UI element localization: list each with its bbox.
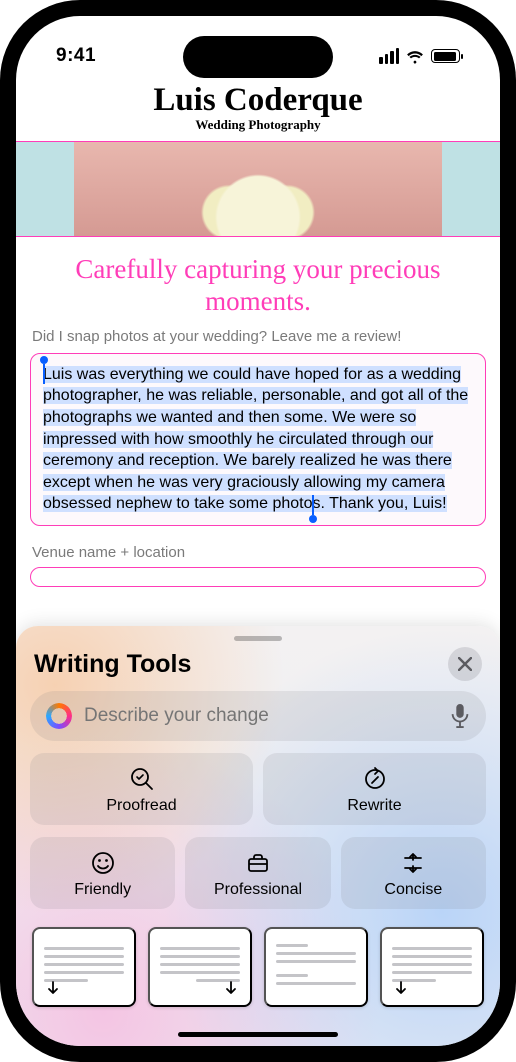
selection-end-handle[interactable]	[312, 495, 314, 515]
review-textarea[interactable]: Luis was everything we could have hoped …	[30, 353, 486, 526]
describe-change-input[interactable]	[84, 705, 438, 727]
format-option-4[interactable]	[380, 927, 484, 1007]
dynamic-island	[183, 36, 333, 78]
tool-label: Rewrite	[347, 797, 401, 815]
apple-intelligence-icon	[46, 703, 72, 729]
cellular-icon	[379, 48, 399, 64]
site-title: Luis Coderque	[16, 82, 500, 119]
briefcase-icon	[244, 849, 272, 877]
battery-icon	[431, 49, 460, 63]
sheet-title: Writing Tools	[34, 650, 191, 679]
close-button[interactable]	[448, 647, 482, 681]
friendly-button[interactable]: Friendly	[30, 837, 175, 909]
format-option-3[interactable]	[264, 927, 368, 1007]
proofread-button[interactable]: Proofread	[30, 753, 253, 825]
status-time: 9:41	[56, 45, 96, 67]
rewrite-button[interactable]: Rewrite	[263, 753, 486, 825]
format-option-2[interactable]	[148, 927, 252, 1007]
microphone-icon[interactable]	[450, 704, 470, 728]
sheet-grabber[interactable]	[234, 636, 282, 641]
writing-tools-sheet: Writing Tools Proofread Rewrite	[16, 626, 500, 1046]
arrow-down-icon	[392, 979, 410, 997]
concise-button[interactable]: Concise	[341, 837, 486, 909]
selection-start-handle[interactable]	[43, 364, 45, 384]
close-icon	[458, 657, 472, 671]
rewrite-icon	[361, 765, 389, 793]
hero-image	[16, 141, 500, 237]
smile-icon	[89, 849, 117, 877]
tool-label: Professional	[214, 881, 302, 899]
site-header: Luis Coderque Wedding Photography	[16, 80, 500, 133]
headline: Carefully capturing your precious moment…	[16, 237, 500, 328]
selected-text: Luis was everything we could have hoped …	[43, 366, 468, 513]
magnifier-check-icon	[128, 765, 156, 793]
professional-button[interactable]: Professional	[185, 837, 330, 909]
venue-label: Venue name + location	[16, 526, 500, 567]
arrow-down-icon	[44, 979, 62, 997]
site-subtitle: Wedding Photography	[16, 117, 500, 133]
arrow-down-icon	[222, 979, 240, 997]
concise-icon	[399, 849, 427, 877]
review-prompt-label: Did I snap photos at your wedding? Leave…	[16, 328, 500, 353]
home-indicator[interactable]	[178, 1032, 338, 1037]
describe-change-field[interactable]	[30, 691, 486, 741]
format-option-1[interactable]	[32, 927, 136, 1007]
tool-label: Friendly	[74, 881, 131, 899]
format-thumbnails	[30, 927, 486, 1007]
tool-label: Proofread	[106, 797, 176, 815]
tool-label: Concise	[384, 881, 442, 899]
wifi-icon	[405, 49, 425, 64]
venue-input[interactable]	[30, 567, 486, 587]
